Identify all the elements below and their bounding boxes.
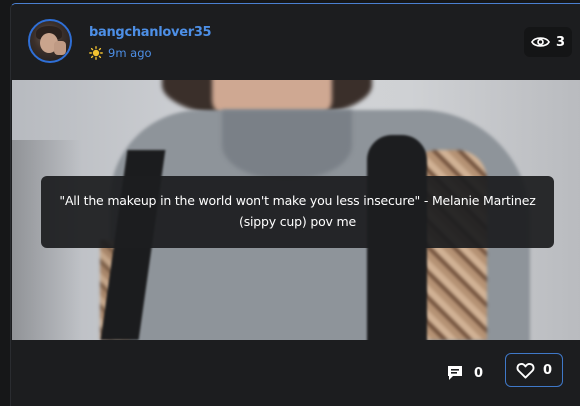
photo-hood: [222, 110, 352, 180]
like-button[interactable]: 0: [505, 353, 563, 387]
post-footer: 0 0: [11, 340, 580, 406]
post-meta: 9m ago: [89, 46, 152, 60]
sun-icon: [89, 46, 103, 60]
post-card: bangchanlover35 9m ago 3 "All the makeup…: [10, 3, 580, 406]
author-username[interactable]: bangchanlover35: [89, 25, 212, 40]
avatar[interactable]: [28, 19, 72, 63]
post-timestamp: 9m ago: [108, 46, 152, 60]
avatar-hand: [54, 41, 66, 55]
heart-icon: [516, 362, 535, 379]
like-count: 0: [542, 362, 553, 378]
post-caption: "All the makeup in the world won't make …: [41, 176, 554, 248]
eye-icon: [530, 37, 550, 47]
post-header: bangchanlover35 9m ago 3: [11, 4, 580, 79]
comment-count: 0: [474, 365, 484, 381]
post-photo[interactable]: "All the makeup in the world won't make …: [12, 80, 580, 340]
comment-icon: [448, 366, 462, 380]
comments-button[interactable]: 0: [446, 362, 483, 384]
view-count-badge: 3: [524, 27, 572, 57]
view-count: 3: [555, 34, 566, 50]
